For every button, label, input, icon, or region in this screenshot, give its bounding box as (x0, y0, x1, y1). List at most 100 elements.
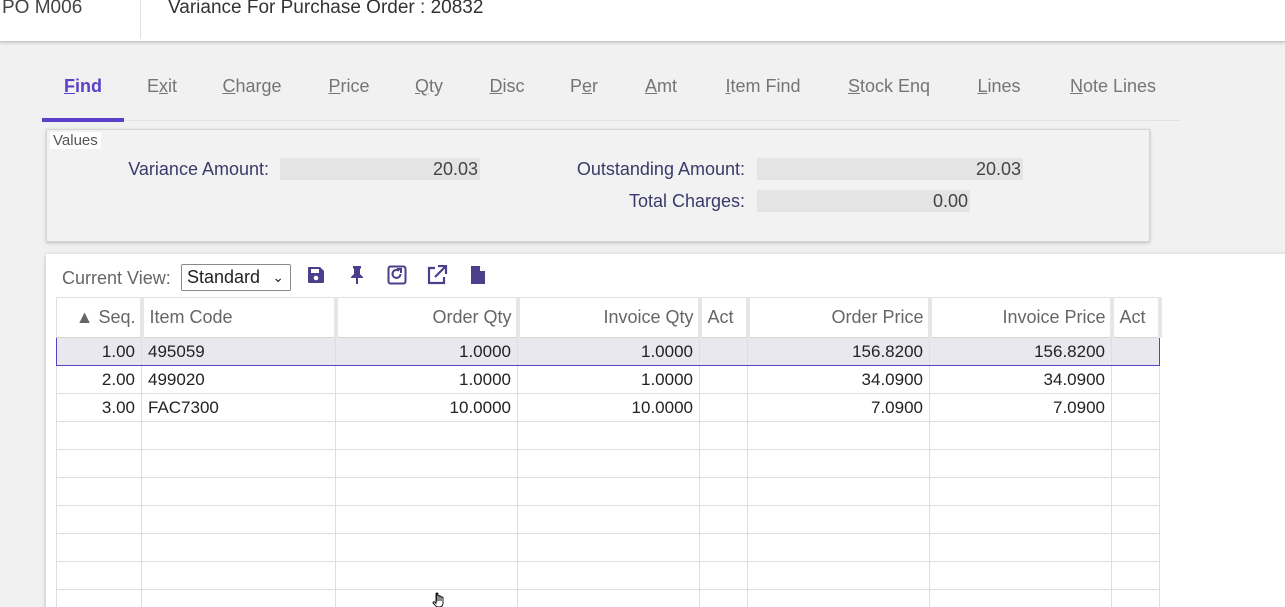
empty-cell (517, 561, 700, 590)
column-header[interactable]: Act (699, 297, 750, 338)
tab-price[interactable]: Price (322, 76, 376, 120)
invoice-qty-cell[interactable]: 10.0000 (517, 393, 700, 422)
tab-accelerator-letter: S (847, 76, 860, 96)
empty-cell (517, 421, 700, 450)
table-row[interactable]: 1.00 495059 1.0000 1.0000 156.8200 156.8200 (56, 337, 1160, 366)
empty-cell (1111, 505, 1160, 534)
act-cell[interactable] (1111, 365, 1160, 394)
empty-cell (699, 505, 748, 534)
tab-disc[interactable]: Disc (486, 76, 528, 120)
tab-per[interactable]: Per (568, 76, 600, 120)
column-header[interactable]: Act (1111, 297, 1162, 338)
empty-cell (747, 505, 930, 534)
column-header[interactable]: ▲ Seq. (56, 297, 144, 338)
lines-table: ▲ Seq. Item Code Order Qty Invoice Qty Act Or… (56, 297, 1162, 607)
empty-cell (699, 449, 748, 478)
empty-row (56, 505, 1160, 534)
export-icon[interactable] (426, 264, 448, 286)
invoice-qty-cell[interactable]: 1.0000 (517, 365, 700, 394)
tab-qty[interactable]: Qty (412, 76, 446, 120)
invoice-price-cell[interactable]: 156.8200 (929, 337, 1112, 366)
empty-cell (699, 477, 748, 506)
outstanding-amount-field: 20.03 (757, 158, 1023, 180)
empty-cell (517, 533, 700, 562)
seq-cell[interactable]: 2.00 (56, 365, 142, 394)
empty-cell (699, 421, 748, 450)
tab-accelerator-letter: P (328, 76, 341, 96)
empty-row (56, 589, 1160, 607)
current-view-label: Current View: (62, 268, 171, 288)
column-header[interactable]: Invoice Qty (517, 297, 702, 338)
document-icon[interactable] (467, 264, 489, 286)
values-legend: Values (50, 132, 101, 149)
act-cell[interactable] (1111, 393, 1160, 422)
variance-amount-field: 20.03 (280, 158, 480, 180)
tab-amt[interactable]: Amt (642, 76, 680, 120)
tab-find[interactable]: Find (42, 76, 124, 122)
empty-cell (141, 589, 336, 607)
seq-cell[interactable]: 1.00 (56, 337, 142, 366)
tab-accelerator-letter: F (64, 76, 75, 96)
order-qty-cell[interactable]: 10.0000 (335, 393, 518, 422)
empty-cell (747, 589, 930, 607)
act-cell[interactable] (1111, 337, 1160, 366)
empty-cell (747, 449, 930, 478)
order-price-cell[interactable]: 7.0900 (747, 393, 930, 422)
empty-cell (929, 477, 1112, 506)
hand-cursor-icon (432, 592, 444, 607)
column-header[interactable]: Item Code (141, 297, 338, 338)
empty-cell (335, 477, 518, 506)
pin-icon[interactable] (346, 264, 368, 286)
order-qty-cell[interactable]: 1.0000 (335, 337, 518, 366)
empty-cell (699, 589, 748, 607)
invoice-price-cell[interactable]: 7.0900 (929, 393, 1112, 422)
tab-stock-enq[interactable]: Stock Enq (846, 76, 932, 120)
empty-cell (141, 477, 336, 506)
save-icon[interactable] (305, 264, 327, 286)
empty-cell (335, 449, 518, 478)
view-select[interactable]: Standard ⌄ (181, 264, 291, 291)
tab-accelerator-letter: C (222, 76, 236, 96)
empty-cell (56, 449, 142, 478)
invoice-price-cell[interactable]: 34.0900 (929, 365, 1112, 394)
chevron-down-icon: ⌄ (272, 269, 284, 285)
item-code-cell[interactable]: 499020 (141, 365, 336, 394)
outstanding-amount-label: Outstanding Amount: (576, 159, 745, 179)
column-header[interactable]: Order Qty (335, 297, 520, 338)
empty-cell (1111, 561, 1160, 590)
empty-cell (929, 421, 1112, 450)
table-row[interactable]: 2.00 499020 1.0000 1.0000 34.0900 34.0900 (56, 365, 1160, 394)
tab-item-find[interactable]: Item Find (722, 76, 804, 120)
empty-cell (56, 477, 142, 506)
table-row[interactable]: 3.00 FAC7300 10.0000 10.0000 7.0900 7.0900 (56, 393, 1160, 422)
table-header: ▲ Seq. Item Code Order Qty Invoice Qty Act Or… (56, 297, 1162, 338)
empty-cell (747, 421, 930, 450)
tab-accelerator-letter: x (159, 76, 168, 96)
act-cell[interactable] (699, 365, 748, 394)
invoice-qty-cell[interactable]: 1.0000 (517, 337, 700, 366)
tab-note-lines[interactable]: Note Lines (1066, 76, 1160, 120)
order-qty-cell[interactable]: 1.0000 (335, 365, 518, 394)
order-price-cell[interactable]: 156.8200 (747, 337, 930, 366)
reset-view-icon[interactable] (386, 264, 408, 286)
order-price-cell[interactable]: 34.0900 (747, 365, 930, 394)
seq-cell[interactable]: 3.00 (56, 393, 142, 422)
tab-charge[interactable]: Charge (215, 76, 289, 120)
column-header[interactable]: Invoice Price (929, 297, 1114, 338)
tab-exit[interactable]: Exit (137, 76, 187, 120)
act-cell[interactable] (699, 337, 748, 366)
tab-accelerator-letter: A (644, 76, 657, 96)
empty-cell (517, 505, 700, 534)
empty-cell (141, 533, 336, 562)
empty-cell (335, 561, 518, 590)
empty-cell (1111, 533, 1160, 562)
item-code-cell[interactable]: 495059 (141, 337, 336, 366)
values-panel: Values Variance Amount: 20.03 Outstandin… (46, 129, 1150, 242)
item-code-cell[interactable]: FAC7300 (141, 393, 336, 422)
column-header[interactable]: Order Price (747, 297, 932, 338)
tab-lines[interactable]: Lines (975, 76, 1023, 120)
empty-cell (1111, 477, 1160, 506)
act-cell[interactable] (699, 393, 748, 422)
empty-cell (141, 421, 336, 450)
empty-row (56, 533, 1160, 562)
